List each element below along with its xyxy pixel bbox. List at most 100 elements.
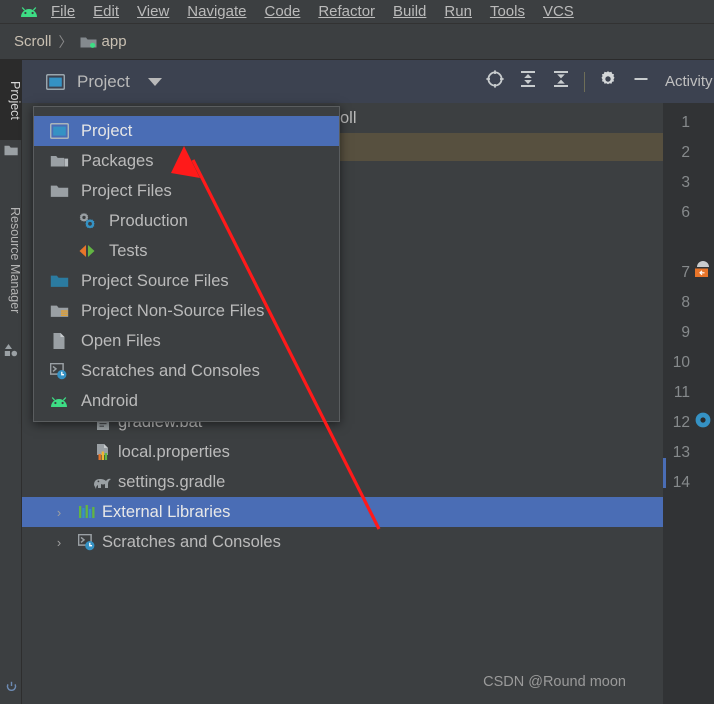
- dropdown-item-tests[interactable]: Tests: [34, 236, 339, 266]
- dropdown-item-production[interactable]: Production: [34, 206, 339, 236]
- menu-run[interactable]: Run: [435, 1, 481, 23]
- android-studio-window: File Edit View Navigate Code Refactor Bu…: [0, 0, 714, 704]
- line-number: 12: [672, 414, 690, 431]
- gradle-file-icon: [92, 474, 114, 490]
- sidebar-tab-project[interactable]: Project: [0, 60, 22, 140]
- menu-navigate-label: Navigate: [187, 2, 247, 20]
- gutter-selection-marker: [663, 458, 666, 488]
- settings-gear-icon[interactable]: [598, 69, 618, 94]
- tree-row-label: External Libraries: [102, 502, 231, 521]
- sidebar-tab-resource-manager[interactable]: Resource Manager: [0, 185, 22, 335]
- menu-code[interactable]: Code: [255, 1, 309, 23]
- tree-rows-behind-popup: oll: [340, 103, 663, 161]
- tree-row-label: Scratches and Consoles: [102, 532, 281, 551]
- scratches-console-icon: [46, 362, 72, 380]
- collapse-all-icon[interactable]: [551, 69, 571, 94]
- folder-icon: [4, 144, 18, 158]
- project-tool-window-header: Project: [22, 60, 663, 103]
- expand-all-icon[interactable]: [518, 69, 538, 94]
- tree-row[interactable]: › External Libraries: [22, 497, 663, 527]
- android-gutter-icon[interactable]: [694, 260, 714, 277]
- menu-vcs-label: VCS: [542, 2, 574, 20]
- dropdown-top-padding: [34, 107, 339, 116]
- menu-navigate[interactable]: Navigate: [178, 1, 255, 23]
- android-robot-icon: [46, 395, 72, 408]
- tree-row[interactable]: settings.gradle: [22, 467, 663, 497]
- editor-tab-label: Activity: [665, 73, 713, 90]
- bookmark-gutter-icon[interactable]: [694, 411, 714, 428]
- line-number: 14: [672, 474, 690, 491]
- dropdown-item-project[interactable]: Project: [34, 116, 339, 146]
- project-tool-window-title[interactable]: Project: [77, 72, 130, 92]
- menu-file[interactable]: File: [42, 1, 84, 23]
- watermark: CSDN @Round moon: [483, 674, 626, 690]
- line-number: 9: [681, 324, 690, 341]
- menu-file-label: File: [51, 2, 76, 20]
- tree-row[interactable]: local.properties: [22, 437, 663, 467]
- tree-row[interactable]: › Scratches and Consoles: [22, 527, 663, 557]
- line-number: 13: [672, 444, 690, 461]
- menu-view[interactable]: View: [128, 1, 178, 23]
- tree-row-highlighted[interactable]: [340, 133, 663, 161]
- breadcrumb-module[interactable]: app: [102, 33, 127, 50]
- libraries-icon: [76, 504, 98, 520]
- properties-file-icon: [92, 443, 114, 461]
- menu-tools[interactable]: Tools: [481, 1, 534, 23]
- menu-vcs[interactable]: VCS: [534, 1, 583, 23]
- dropdown-item-packages[interactable]: Packages: [34, 146, 339, 176]
- menu-refactor-label: Refactor: [318, 2, 376, 20]
- dropdown-item-project-files[interactable]: Project Files: [34, 176, 339, 206]
- breadcrumb-separator: 〉: [58, 33, 73, 50]
- dropdown-item-open-files[interactable]: Open Files: [34, 326, 339, 356]
- menu-view-label: View: [137, 2, 170, 20]
- line-number: 1: [681, 114, 690, 131]
- menu-build[interactable]: Build: [384, 1, 435, 23]
- hide-icon[interactable]: [631, 69, 651, 94]
- dropdown-item-scratches-and-consoles[interactable]: Scratches and Consoles: [34, 356, 339, 386]
- document-icon: [46, 332, 72, 350]
- project-view-dropdown-menu: Project Packages Project Files Productio…: [33, 106, 340, 422]
- tree-row-label: settings.gradle: [118, 472, 226, 491]
- dropdown-item-label: Project Files: [81, 181, 172, 200]
- scratches-console-icon: [76, 533, 98, 551]
- menu-run-label: Run: [444, 2, 472, 20]
- select-opened-file-icon[interactable]: [485, 69, 505, 94]
- menu-edit[interactable]: Edit: [84, 1, 128, 23]
- menu-tools-label: Tools: [489, 2, 525, 20]
- android-studio-logo-icon: [16, 2, 42, 22]
- line-number: 7: [681, 264, 690, 281]
- menu-build-label: Build: [393, 2, 427, 20]
- gears-icon: [74, 212, 100, 230]
- dropdown-item-android[interactable]: Android: [34, 386, 339, 416]
- teal-folder-icon: [46, 273, 72, 289]
- menu-refactor[interactable]: Refactor: [309, 1, 384, 23]
- non-source-folder-icon: [46, 303, 72, 319]
- shapes-icon: [4, 343, 18, 357]
- dropdown-item-label: Project: [81, 121, 133, 140]
- tree-arrow[interactable]: ›: [50, 535, 68, 550]
- breadcrumb: Scroll 〉 app: [0, 24, 714, 60]
- dropdown-item-label: Project Source Files: [81, 271, 229, 290]
- line-number: 3: [681, 174, 690, 191]
- dropdown-item-label: Production: [109, 211, 188, 230]
- packages-folder-icon: [46, 153, 72, 169]
- dropdown-item-label: Project Non-Source Files: [81, 301, 265, 320]
- dropdown-item-project-non-source-files[interactable]: Project Non-Source Files: [34, 296, 339, 326]
- tree-arrow[interactable]: ›: [50, 505, 68, 520]
- dropdown-item-project-source-files[interactable]: Project Source Files: [34, 266, 339, 296]
- chevron-down-icon[interactable]: [147, 77, 162, 86]
- tool-window-actions: [485, 69, 663, 94]
- project-window-icon: [46, 73, 65, 90]
- module-folder-icon: [80, 35, 97, 49]
- editor-tab[interactable]: Activity: [663, 60, 714, 103]
- dropdown-item-label: Scratches and Consoles: [81, 361, 260, 380]
- editor-area: Activity 1 2 3 6 7 8 9 10 11 12 13 14: [663, 60, 714, 704]
- dropdown-item-label: Packages: [81, 151, 154, 170]
- menu-code-label: Code: [264, 2, 301, 20]
- line-number: 11: [673, 384, 690, 401]
- menu-edit-label: Edit: [93, 2, 120, 20]
- line-number: 10: [672, 354, 690, 371]
- breadcrumb-project[interactable]: Scroll: [14, 33, 52, 50]
- line-number: 8: [681, 294, 690, 311]
- sidebar-tab-project-label: Project: [8, 80, 22, 120]
